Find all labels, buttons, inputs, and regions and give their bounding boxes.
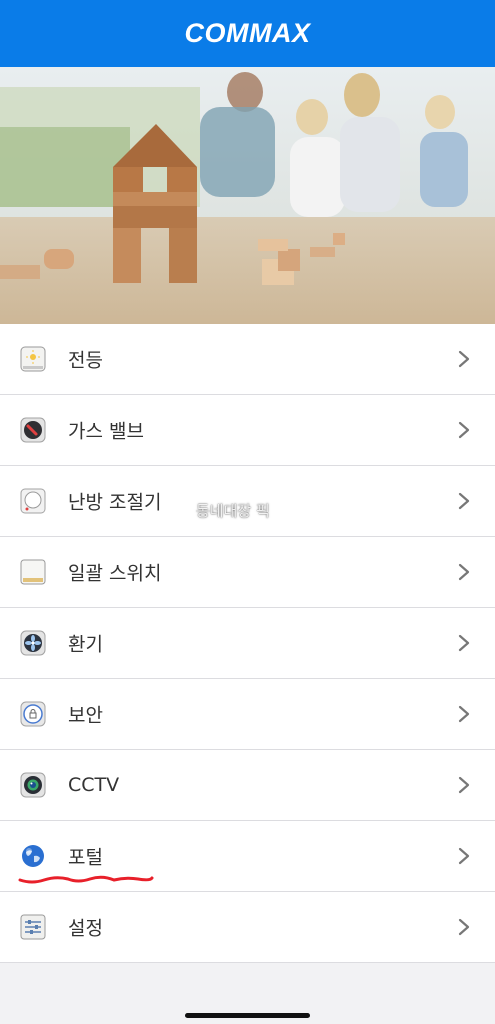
lock-icon — [20, 701, 46, 727]
menu-item-label: 난방 조절기 — [68, 491, 162, 514]
watermark-text: 동네대장 픽 — [196, 502, 270, 520]
chevron-right-icon — [458, 918, 470, 936]
menu-item-label: 보안 — [68, 704, 103, 727]
chevron-right-icon — [458, 421, 470, 439]
chevron-right-icon — [458, 492, 470, 510]
menu-item-label: 포털 — [68, 846, 103, 869]
menu-item-security[interactable]: 보안 — [0, 679, 495, 750]
menu-item-light[interactable]: 전등 — [0, 324, 495, 395]
chevron-right-icon — [458, 350, 470, 368]
menu-item-label: 환기 — [68, 633, 103, 656]
gas-valve-icon — [20, 417, 46, 443]
chevron-right-icon — [458, 776, 470, 794]
chevron-right-icon — [458, 563, 470, 581]
menu-item-label: 가스 밸브 — [68, 420, 144, 443]
menu-item-master-switch[interactable]: 일괄 스위치 — [0, 537, 495, 608]
menu-item-label: 일괄 스위치 — [68, 562, 162, 585]
menu-item-gas-valve[interactable]: 가스 밸브 — [0, 395, 495, 466]
thermostat-icon — [20, 488, 46, 514]
commax-logo: COMMAX — [184, 18, 311, 48]
menu-item-cctv[interactable]: CCTV — [0, 750, 495, 821]
globe-icon — [22, 845, 44, 867]
red-underline-annotation — [18, 875, 154, 884]
app-header: COMMAX — [0, 0, 495, 67]
hero-banner-image — [0, 67, 495, 324]
master-switch-icon — [20, 559, 46, 585]
light-icon — [20, 346, 46, 372]
chevron-right-icon — [458, 634, 470, 652]
menu-item-label: 설정 — [68, 917, 103, 940]
home-indicator[interactable] — [185, 1013, 310, 1018]
chevron-right-icon — [458, 705, 470, 723]
menu-item-label: 전등 — [68, 349, 103, 372]
menu-item-label: CCTV — [68, 774, 120, 796]
menu-item-ventilation[interactable]: 환기 — [0, 608, 495, 679]
fan-icon — [20, 630, 46, 656]
chevron-right-icon — [458, 847, 470, 865]
camera-icon — [20, 772, 46, 798]
menu-item-settings[interactable]: 설정 — [0, 892, 495, 963]
settings-icon — [20, 914, 46, 940]
